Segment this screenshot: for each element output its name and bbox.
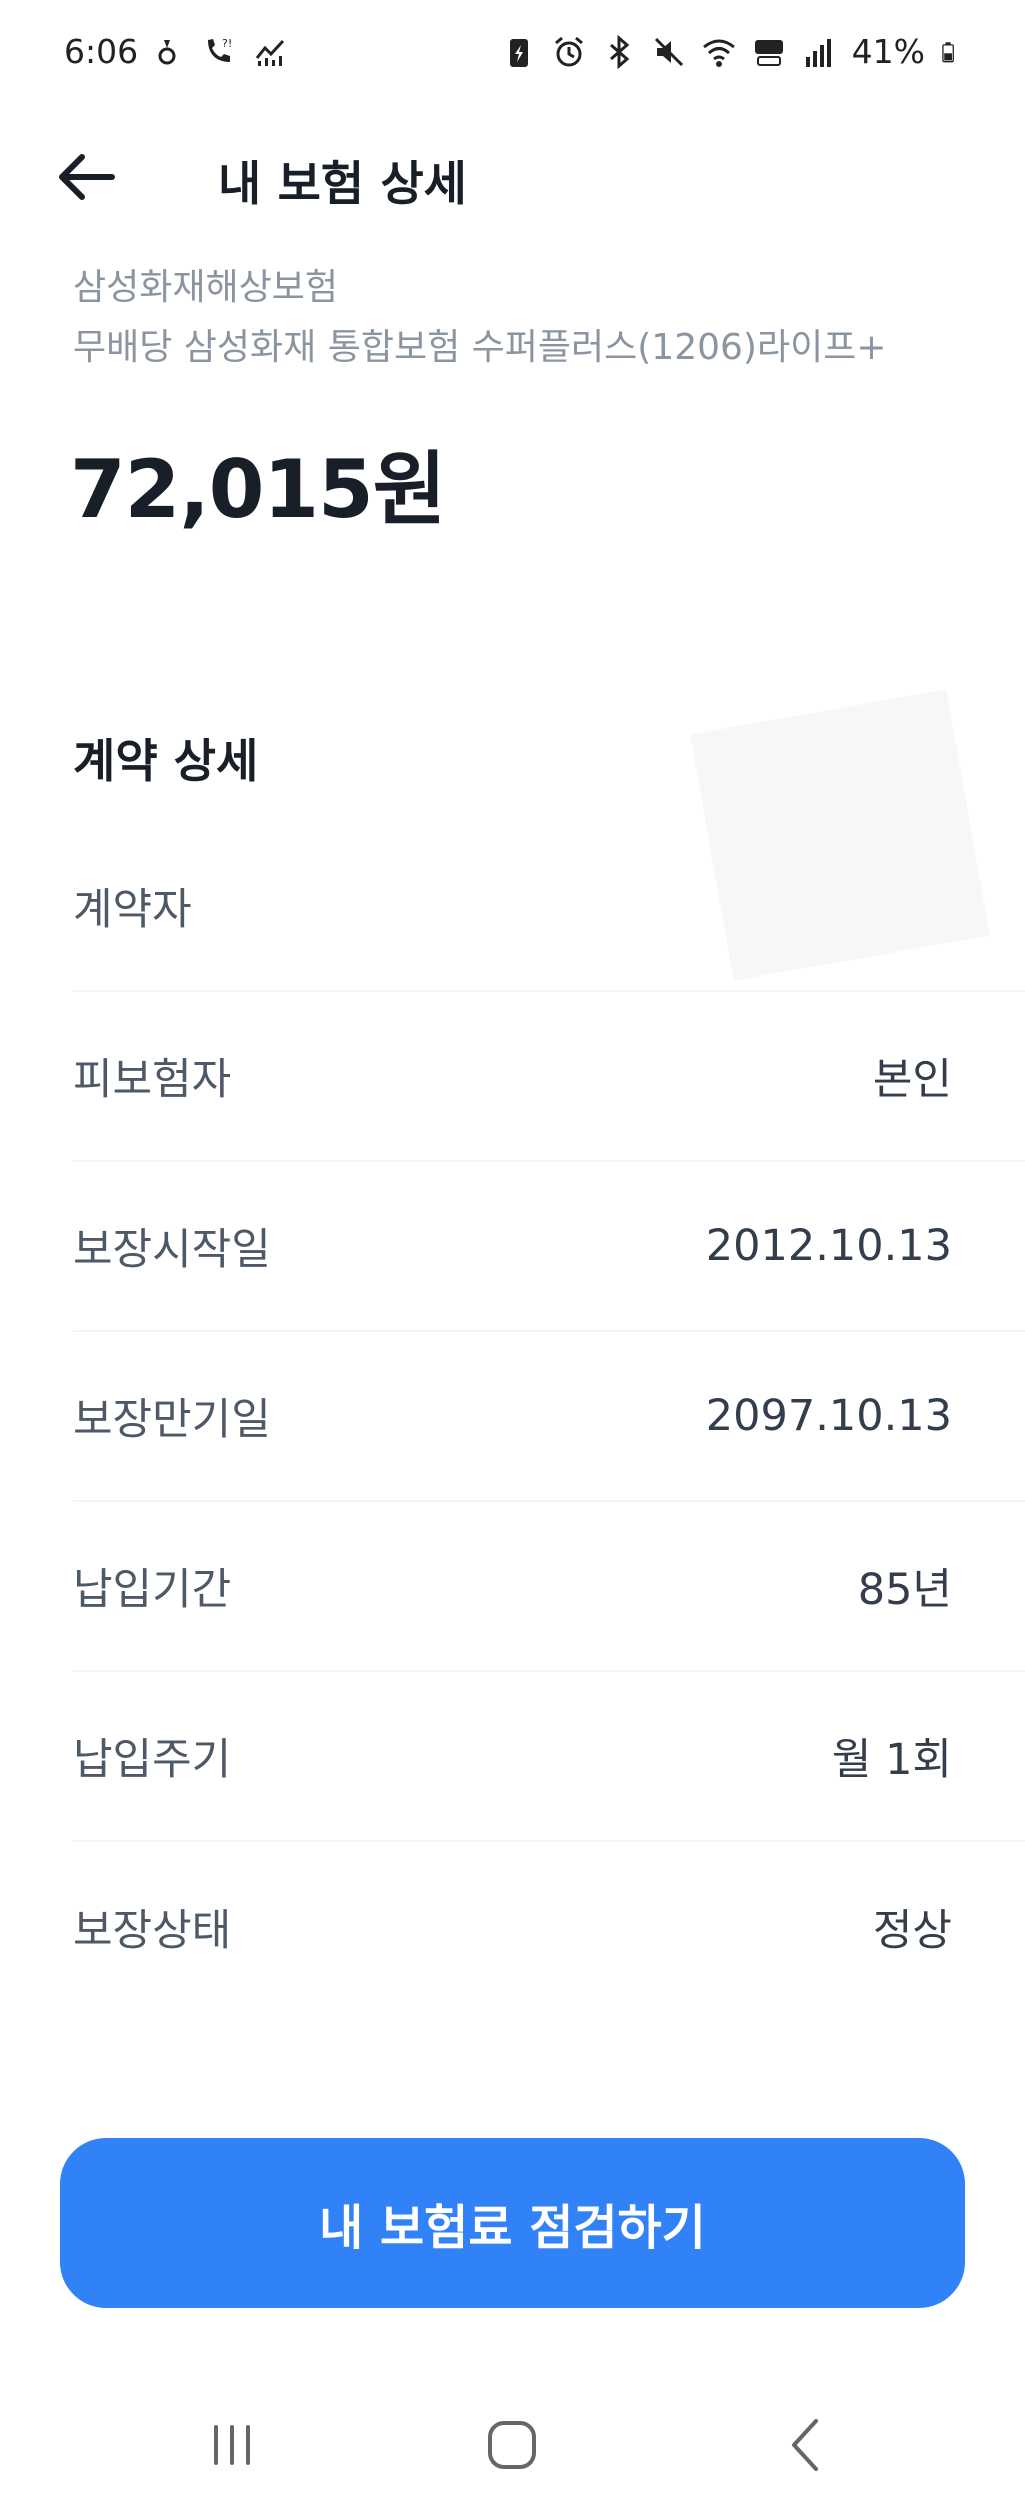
- system-nav-bar: [0, 2380, 1025, 2506]
- detail-value: 본인: [872, 1055, 952, 1105]
- battery-percentage: 41%: [851, 32, 925, 71]
- system-back-button[interactable]: [756, 2400, 856, 2490]
- detail-label: 보장시작일: [73, 1225, 271, 1275]
- detail-label: 보장상태: [73, 1906, 232, 1956]
- home-button[interactable]: [462, 2400, 562, 2490]
- arrow-left-icon: [59, 154, 115, 200]
- wifi-icon: [702, 39, 735, 67]
- recent-apps-icon: [214, 2425, 250, 2465]
- detail-row-payment-period: 납입기간 85년: [73, 1502, 1025, 1672]
- check-premium-button[interactable]: 내 보험료 점검하기: [60, 2138, 965, 2308]
- detail-value: 정상: [872, 1906, 952, 1956]
- detail-value: 2097.10.13: [705, 1391, 952, 1441]
- section-title: 계약 상세: [73, 734, 259, 788]
- svg-text:?!: ?!: [222, 37, 232, 50]
- detail-label: 납입주기: [73, 1735, 232, 1785]
- battery-icon: [942, 41, 954, 62]
- detail-row-contractor: 계약자: [73, 822, 1025, 992]
- detail-value: 월 1회: [831, 1735, 952, 1785]
- notification-icon: [158, 40, 176, 65]
- detail-label: 보장만기일: [73, 1395, 271, 1445]
- status-right-icons: 41%: [502, 32, 963, 71]
- detail-row-insured: 피보험자 본인: [73, 992, 1025, 1162]
- bluetooth-icon: [609, 34, 629, 69]
- product-name: 무배당 삼성화재 통합보험 수퍼플러스(1206)라이프+: [73, 327, 887, 368]
- insurer-name: 삼성화재해상보험: [73, 267, 338, 308]
- hd-voice-icon: [754, 39, 783, 66]
- contract-detail-list: 계약자 피보험자 본인 보장시작일 2012.10.13 보장만기일 2097.…: [73, 822, 1025, 2012]
- detail-value: 2012.10.13: [705, 1221, 952, 1271]
- status-left-icons: ?!: [150, 34, 288, 68]
- header: 내 보험 상세: [0, 125, 1025, 225]
- chart-trend-icon: [255, 39, 285, 66]
- detail-label: 피보험자: [73, 1055, 232, 1105]
- recent-apps-button[interactable]: [182, 2400, 282, 2490]
- status-bar: 6:06 ?! 41%: [0, 0, 1025, 110]
- detail-label: 계약자: [73, 885, 192, 935]
- page-title: 내 보험 상세: [218, 157, 467, 212]
- detail-value: 85년: [857, 1565, 952, 1615]
- home-icon: [488, 2421, 536, 2469]
- detail-row-payment-cycle: 납입주기 월 1회: [73, 1672, 1025, 1842]
- alarm-icon: [554, 36, 583, 66]
- detail-row-coverage-status: 보장상태 정상: [73, 1842, 1025, 2012]
- chevron-left-icon: [792, 2419, 818, 2471]
- detail-row-end-date: 보장만기일 2097.10.13: [73, 1332, 1025, 1502]
- signal-icon: [805, 38, 831, 67]
- back-button[interactable]: [46, 137, 126, 217]
- detail-label: 납입기간: [73, 1565, 232, 1615]
- battery-saver-icon: [509, 38, 528, 67]
- premium-amount: 72,015원: [70, 443, 446, 536]
- detail-row-start-date: 보장시작일 2012.10.13: [73, 1162, 1025, 1332]
- missed-call-icon: ?!: [208, 37, 232, 62]
- mute-icon: [654, 37, 683, 66]
- status-time: 6:06: [64, 32, 139, 71]
